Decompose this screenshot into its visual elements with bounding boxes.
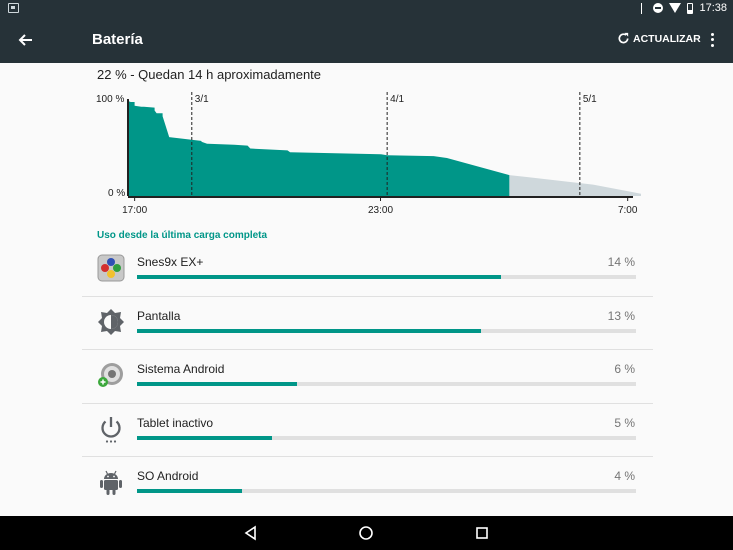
usage-bar-fill (137, 328, 482, 333)
usage-name: Snes9x EX+ (137, 255, 204, 269)
usage-bar-fill (137, 435, 272, 440)
refresh-label: ACTUALIZAR (633, 32, 701, 45)
usage-bar-fill (137, 489, 242, 493)
usage-list: Snes9x EX+ 14 % Pantalla 13 % Sistema An… (82, 243, 653, 511)
usage-percent: 13 % (607, 308, 635, 323)
usage-bar (137, 328, 636, 333)
usage-percent: 6 % (614, 362, 635, 376)
battery-area-actual (128, 101, 510, 196)
refresh-icon (618, 32, 629, 44)
android-robot-icon (100, 470, 122, 495)
power-icon (101, 416, 121, 443)
usage-bar (137, 382, 636, 386)
battery-summary: 22 % - Quedan 14 h aproximadamente (97, 67, 322, 82)
day-marker-label: 4/1 (390, 94, 404, 105)
usage-bar (137, 489, 636, 493)
usage-row-sistema-android[interactable]: Sistema Android 6 % (82, 350, 653, 404)
nav-back-icon[interactable] (242, 524, 260, 542)
usage-percent: 5 % (614, 415, 635, 430)
usage-row-pantalla[interactable]: Pantalla 13 % (82, 297, 653, 350)
usage-row-so-android[interactable]: SO Android 4 % (82, 457, 653, 511)
usage-bar (137, 275, 636, 279)
usage-name: SO Android (137, 469, 199, 483)
usage-percent: 14 % (607, 255, 635, 269)
usage-bar (137, 435, 636, 440)
status-icons: 17:38 (641, 2, 727, 14)
status-bar: 17:38 (0, 0, 733, 17)
usage-row-tablet-inactivo[interactable]: Tablet inactivo 5 % (82, 404, 653, 457)
usage-name: Tablet inactivo (137, 415, 214, 430)
back-arrow-icon[interactable] (16, 30, 36, 50)
snes-controller-icon (97, 254, 125, 282)
day-marker-label: 5/1 (583, 94, 597, 105)
overflow-menu-icon[interactable] (706, 31, 718, 49)
do-not-disturb-icon (653, 3, 664, 13)
refresh-button[interactable]: ACTUALIZAR (617, 32, 701, 45)
android-system-icon (98, 363, 123, 387)
y-tick-label: 0 % (108, 188, 125, 199)
x-tick-label: 7:00 (618, 205, 638, 216)
bluetooth-icon (641, 2, 647, 14)
section-title: Uso desde la última carga completa (97, 230, 268, 241)
y-tick-label: 100 % (96, 94, 124, 105)
x-tick-label: 23:00 (368, 205, 393, 216)
navigation-bar (0, 516, 733, 550)
usage-name: Pantalla (137, 308, 181, 323)
nav-recents-icon[interactable] (473, 524, 491, 542)
usage-bar-fill (137, 382, 297, 386)
wifi-icon (669, 3, 682, 13)
battery-area-projected (509, 175, 641, 196)
battery-history-chart: 3/1 4/1 5/1 100 % 0 % 17:00 23:00 7:00 (96, 92, 641, 216)
nav-home-icon[interactable] (357, 524, 375, 542)
battery-icon (687, 2, 694, 14)
brightness-icon (98, 308, 124, 335)
usage-bar-fill (137, 275, 502, 279)
app-bar: Batería ACTUALIZAR (0, 17, 733, 63)
usage-name: Sistema Android (137, 362, 225, 376)
status-time: 17:38 (699, 2, 727, 14)
usage-row-snes9x[interactable]: Snes9x EX+ 14 % (82, 243, 653, 297)
page-title: Batería (92, 31, 143, 48)
day-marker-label: 3/1 (195, 94, 209, 105)
usage-percent: 4 % (614, 469, 635, 483)
x-tick-label: 17:00 (122, 205, 147, 216)
screenshot-notification-icon (8, 3, 19, 13)
